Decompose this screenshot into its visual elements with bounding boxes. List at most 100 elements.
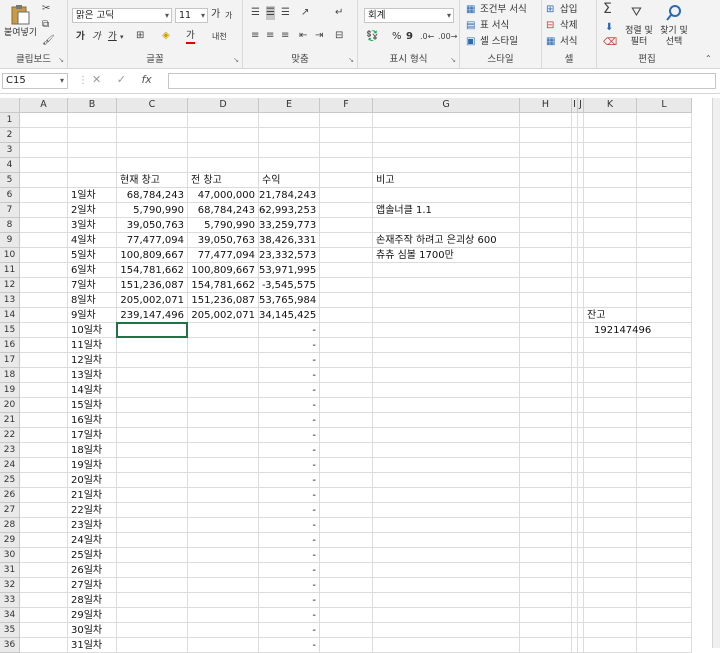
shrink-font-button[interactable]: 가 (225, 9, 232, 23)
grid-cell[interactable] (117, 548, 188, 563)
column-header-g[interactable]: G (373, 98, 520, 113)
grid-cell[interactable] (520, 203, 572, 218)
row-header-34[interactable]: 34 (0, 608, 20, 623)
grid-cell[interactable] (637, 413, 692, 428)
decrease-decimal-icon[interactable]: .00→ (438, 30, 457, 44)
comma-style-button[interactable]: 9 (406, 30, 413, 44)
column-header-k[interactable]: K (584, 98, 637, 113)
grid-cell[interactable] (584, 203, 637, 218)
grid-cell[interactable] (320, 308, 373, 323)
grid-cell[interactable] (20, 158, 68, 173)
grid-cell[interactable] (584, 518, 637, 533)
clear-icon[interactable]: ⌫ (603, 36, 617, 50)
cell-styles-button[interactable]: 셀 스타일 (480, 35, 518, 49)
grid-cell[interactable] (520, 548, 572, 563)
font-size-select[interactable]: 11 ▾ (175, 8, 208, 23)
underline-dropdown-icon[interactable]: ▾ (120, 30, 124, 44)
grid-cell[interactable] (373, 143, 520, 158)
grid-cell[interactable] (20, 383, 68, 398)
grid-cell[interactable] (373, 398, 520, 413)
grid-cell[interactable] (20, 173, 68, 188)
grid-cell[interactable] (584, 113, 637, 128)
grid-cell[interactable] (320, 263, 373, 278)
grid-cell[interactable] (584, 638, 637, 653)
grid-cell[interactable] (373, 593, 520, 608)
grid-cell[interactable] (637, 428, 692, 443)
row-header-36[interactable]: 36 (0, 638, 20, 653)
grid-cell[interactable] (637, 563, 692, 578)
row-header-24[interactable]: 24 (0, 458, 20, 473)
grid-cell[interactable] (637, 353, 692, 368)
grid-cell[interactable] (637, 578, 692, 593)
grid-cell[interactable] (20, 188, 68, 203)
grid-cell[interactable] (520, 368, 572, 383)
grid-cell[interactable] (68, 128, 117, 143)
grid-cell[interactable] (584, 368, 637, 383)
column-header-l[interactable]: L (637, 98, 692, 113)
grid-cell[interactable] (68, 173, 117, 188)
column-header-c[interactable]: C (117, 98, 188, 113)
grid-cell[interactable] (584, 383, 637, 398)
format-painter-icon[interactable]: 🖌 (42, 34, 55, 48)
phonetic-button[interactable]: 내천 (212, 30, 227, 44)
grid-cell[interactable] (637, 638, 692, 653)
grid-cell[interactable] (188, 158, 259, 173)
grid-cell[interactable] (117, 113, 188, 128)
grid-cell[interactable] (637, 458, 692, 473)
grid-cell[interactable] (320, 218, 373, 233)
grid-cell[interactable] (20, 338, 68, 353)
grow-font-button[interactable]: 가 (211, 8, 220, 22)
grid-cell[interactable] (373, 638, 520, 653)
grid-cell[interactable] (20, 203, 68, 218)
grid-cell[interactable] (373, 158, 520, 173)
row-header-4[interactable]: 4 (0, 158, 20, 173)
grid-cell[interactable] (637, 113, 692, 128)
grid-cell[interactable] (20, 533, 68, 548)
accounting-format-icon[interactable]: 💱 (366, 30, 378, 44)
grid-cell[interactable] (637, 203, 692, 218)
row-header-21[interactable]: 21 (0, 413, 20, 428)
grid-cell[interactable] (320, 188, 373, 203)
grid-cell[interactable] (520, 173, 572, 188)
grid-cell[interactable] (373, 548, 520, 563)
grid-cell[interactable] (520, 578, 572, 593)
grid-cell[interactable] (320, 353, 373, 368)
grid-cell[interactable] (20, 398, 68, 413)
grid-cell[interactable] (117, 368, 188, 383)
grid-cell[interactable] (117, 413, 188, 428)
decrease-indent-icon[interactable]: ⇤ (299, 29, 307, 43)
row-header-25[interactable]: 25 (0, 473, 20, 488)
grid-cell[interactable] (520, 413, 572, 428)
grid-cell[interactable] (117, 383, 188, 398)
grid-cell[interactable] (320, 323, 373, 338)
grid-cell[interactable] (188, 113, 259, 128)
grid-cell[interactable] (188, 128, 259, 143)
grid-cell[interactable] (373, 293, 520, 308)
grid-cell[interactable] (637, 143, 692, 158)
grid-cell[interactable] (373, 113, 520, 128)
increase-decimal-icon[interactable]: .0← (420, 30, 434, 44)
grid-cell[interactable] (20, 503, 68, 518)
grid-cell[interactable] (188, 338, 259, 353)
grid-cell[interactable] (188, 503, 259, 518)
grid-cell[interactable] (373, 458, 520, 473)
grid-cell[interactable] (637, 263, 692, 278)
percent-button[interactable]: % (392, 30, 402, 44)
grid-cell[interactable] (637, 278, 692, 293)
grid-cell[interactable] (320, 113, 373, 128)
grid-cell[interactable] (520, 608, 572, 623)
grid-cell[interactable] (20, 638, 68, 653)
grid-cell[interactable] (584, 248, 637, 263)
grid-cell[interactable] (320, 428, 373, 443)
grid-cell[interactable] (259, 128, 320, 143)
alignment-launcher-icon[interactable]: ↘ (348, 56, 354, 64)
grid-cell[interactable] (20, 488, 68, 503)
grid-cell[interactable] (584, 608, 637, 623)
grid-cell[interactable] (637, 338, 692, 353)
cancel-icon[interactable]: ✕ (92, 73, 101, 86)
grid-cell[interactable] (373, 518, 520, 533)
grid-cell[interactable] (188, 608, 259, 623)
row-header-9[interactable]: 9 (0, 233, 20, 248)
grid-cell[interactable] (20, 413, 68, 428)
grid-cell[interactable] (520, 593, 572, 608)
